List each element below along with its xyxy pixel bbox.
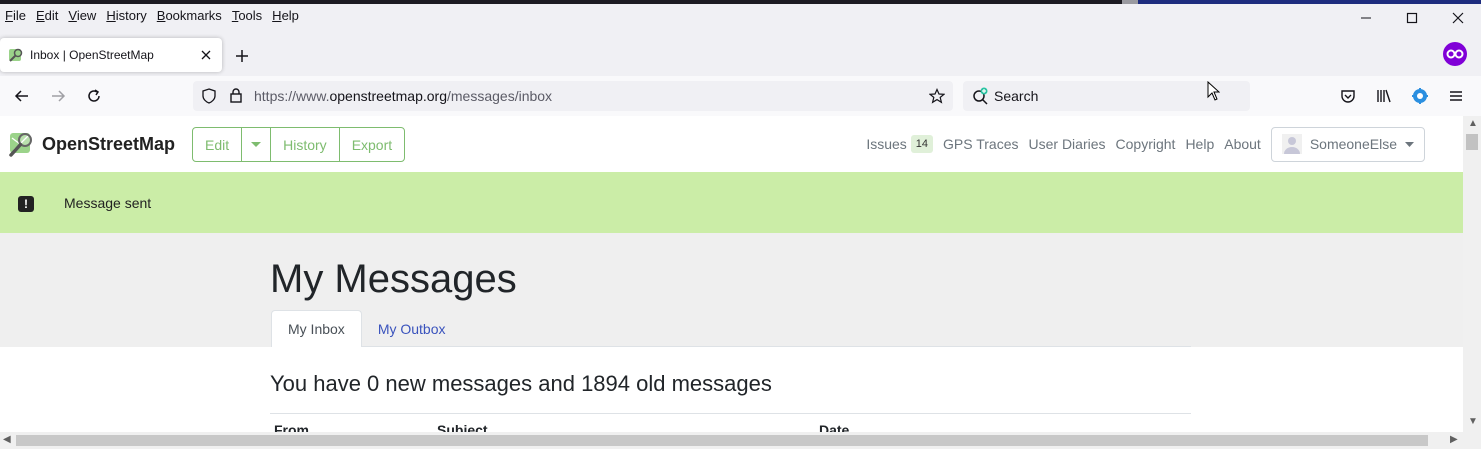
column-date: Date: [819, 422, 850, 432]
menu-edit[interactable]: Edit: [31, 8, 63, 23]
reload-button[interactable]: [82, 84, 106, 108]
url-bar[interactable]: https://www.openstreetmap.org/messages/i…: [193, 81, 953, 111]
user-menu-button[interactable]: SomeoneElse: [1270, 126, 1425, 162]
column-subject: Subject: [437, 422, 488, 432]
tab-close-button[interactable]: [198, 47, 214, 63]
issues-count-badge: 14: [910, 135, 934, 153]
vertical-scroll-thumb[interactable]: [1466, 134, 1478, 150]
menu-view[interactable]: View: [63, 8, 101, 23]
arrow-right-icon: [52, 90, 66, 102]
window-controls: [1343, 4, 1481, 32]
minimize-icon: [1361, 17, 1371, 19]
menu-bar: File Edit View History Bookmarks Tools H…: [0, 4, 1481, 26]
edit-dropdown-button[interactable]: [241, 128, 270, 161]
content-header: My Messages My Inbox My Outbox: [0, 233, 1463, 347]
close-icon: [1452, 12, 1464, 24]
tab-bar: Inbox | OpenStreetMap: [0, 34, 1481, 76]
scroll-up-icon[interactable]: ▲: [1468, 118, 1478, 129]
menu-tools[interactable]: Tools: [227, 8, 267, 23]
caret-down-icon: [251, 141, 262, 147]
osm-logo-icon: [9, 133, 32, 157]
copyright-link[interactable]: Copyright: [1116, 136, 1176, 152]
extension-icon: [1412, 88, 1428, 104]
menu-bookmarks[interactable]: Bookmarks: [152, 8, 227, 23]
scroll-right-icon[interactable]: ▶: [1450, 434, 1458, 445]
library-icon: [1377, 89, 1391, 103]
plus-icon: [236, 50, 248, 62]
osm-header: OpenStreetMap Edit History Export Issues…: [0, 116, 1463, 172]
tab-title: Inbox | OpenStreetMap: [30, 48, 154, 62]
menu-history[interactable]: History: [101, 8, 151, 23]
avatar: [1281, 134, 1302, 154]
search-placeholder: Search: [994, 88, 1039, 104]
close-icon: [201, 50, 211, 60]
user-diaries-link[interactable]: User Diaries: [1029, 136, 1106, 152]
exclamation-icon: !: [18, 196, 34, 212]
flash-message: Message sent: [64, 195, 152, 211]
app-menu-button[interactable]: [1444, 84, 1468, 108]
mouse-cursor-icon: [1207, 81, 1220, 101]
osm-favicon-icon: [9, 48, 23, 62]
help-link[interactable]: Help: [1185, 136, 1214, 152]
horizontal-scroll-thumb[interactable]: [16, 435, 1428, 446]
page-title: My Messages: [270, 257, 517, 301]
about-link[interactable]: About: [1224, 136, 1261, 152]
minimize-button[interactable]: [1343, 4, 1389, 32]
column-from: From: [274, 422, 309, 432]
history-button[interactable]: History: [270, 128, 339, 161]
edit-button-group: Edit History Export: [192, 127, 406, 162]
vertical-scrollbar[interactable]: ▲ ▼: [1463, 116, 1481, 432]
search-icon: [973, 87, 988, 105]
secondary-nav: Issues 14 GPS Traces User Diaries Copyrig…: [866, 116, 1463, 172]
osm-logo[interactable]: OpenStreetMap: [8, 130, 175, 158]
edit-button[interactable]: Edit: [193, 128, 241, 161]
library-button[interactable]: [1372, 84, 1396, 108]
gps-traces-link[interactable]: GPS Traces: [943, 136, 1018, 152]
export-button[interactable]: Export: [338, 128, 404, 161]
forward-button[interactable]: [46, 84, 70, 108]
flash-notice: ! Message sent: [0, 172, 1463, 233]
username: SomeoneElse: [1309, 136, 1397, 152]
messages-table-header: From Subject Date: [270, 413, 1191, 432]
message-tabs: My Inbox My Outbox: [271, 310, 462, 347]
scroll-down-icon[interactable]: ▼: [1468, 416, 1478, 427]
scroll-left-icon[interactable]: ◀: [3, 434, 11, 445]
tab-my-inbox[interactable]: My Inbox: [271, 310, 362, 347]
new-tab-button[interactable]: [230, 44, 254, 68]
osm-brand: OpenStreetMap: [42, 133, 176, 154]
menu-file[interactable]: File: [0, 8, 31, 23]
issues-link[interactable]: Issues 14: [866, 135, 934, 153]
extension-button[interactable]: [1408, 84, 1432, 108]
messages-summary: You have 0 new messages and 1894 old mes…: [270, 371, 772, 396]
shield-icon[interactable]: [201, 88, 217, 104]
private-browsing-icon: [1443, 42, 1467, 66]
pocket-button[interactable]: [1336, 84, 1360, 108]
maximize-icon: [1406, 12, 1418, 24]
navigation-bar: https://www.openstreetmap.org/messages/i…: [0, 76, 1481, 116]
tab-inbox[interactable]: Inbox | OpenStreetMap: [0, 38, 222, 72]
horizontal-scrollbar[interactable]: ◀ ▶: [0, 432, 1481, 449]
tab-my-outbox[interactable]: My Outbox: [362, 310, 462, 347]
lock-icon[interactable]: [228, 87, 244, 103]
menu-help[interactable]: Help: [267, 8, 304, 23]
url-text: https://www.openstreetmap.org/messages/i…: [254, 88, 553, 104]
reload-icon: [88, 89, 100, 102]
hamburger-menu-icon: [1450, 91, 1462, 101]
caret-down-icon: [1405, 141, 1414, 147]
arrow-left-icon: [14, 90, 28, 102]
back-button[interactable]: [10, 84, 34, 108]
maximize-button[interactable]: [1389, 4, 1435, 32]
close-window-button[interactable]: [1435, 4, 1481, 32]
web-page: OpenStreetMap Edit History Export Issues…: [0, 116, 1463, 432]
pocket-icon: [1341, 90, 1355, 103]
tab-divider: [362, 346, 1191, 347]
bookmark-star-icon[interactable]: [929, 88, 945, 104]
